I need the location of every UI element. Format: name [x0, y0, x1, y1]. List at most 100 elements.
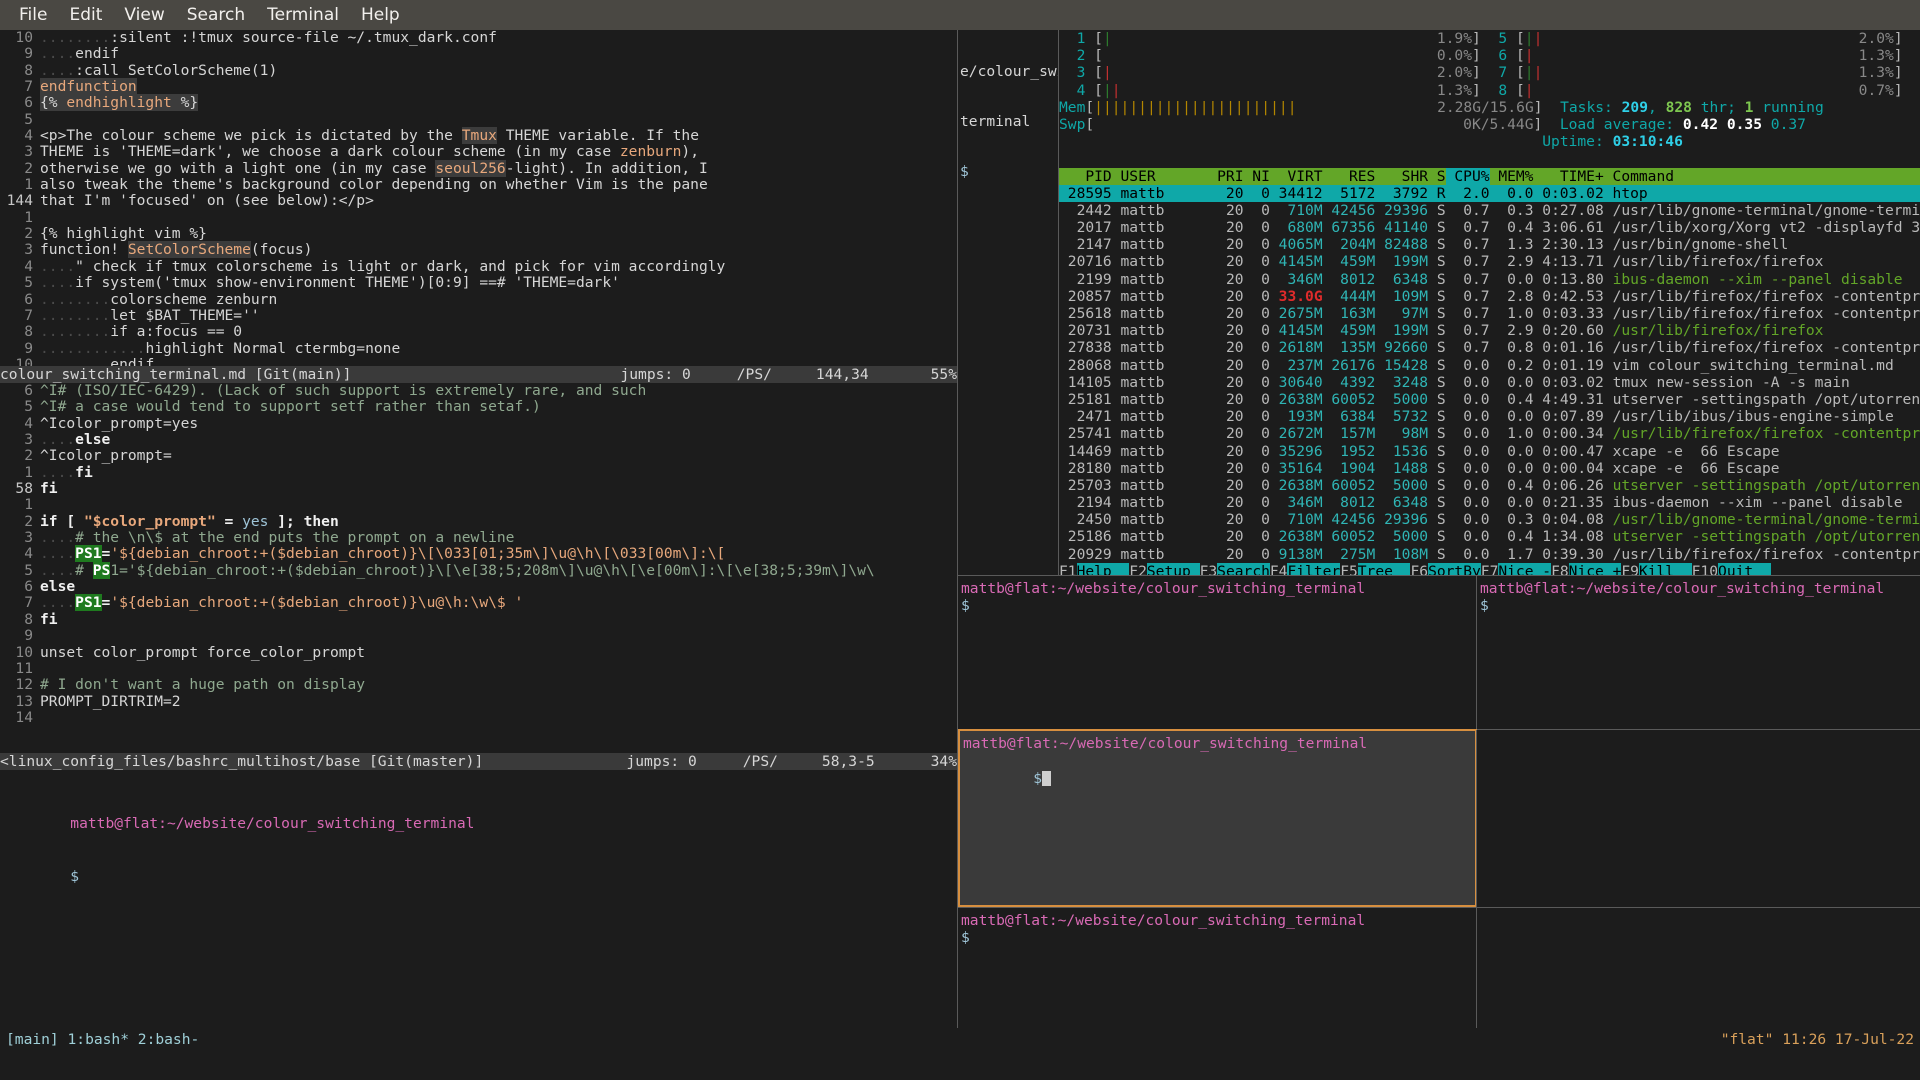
code-line: 2 ^Icolor_prompt= [0, 447, 957, 465]
fkey-label[interactable]: Nice + [1568, 562, 1622, 575]
line-number: 2 [24, 159, 33, 177]
process-table-header[interactable]: PID USER PRI NI VIRT RES SHR S CPU% MEM%… [1059, 167, 1920, 185]
code-line: 1 also tweak the theme's background color… [0, 176, 957, 193]
line-number: 1 [24, 463, 33, 481]
shell-pane-active[interactable]: mattb@flat:~/website/colour_switching_te… [960, 731, 1475, 905]
tmux-status-bar[interactable]: [main] 1:bash* 2:bash- "flat" 11:26 17-J… [0, 1028, 1920, 1050]
htop-meters: 1 [| 1.9%] 5 [|| 2.0%] 2 [ 0.0%] 6 [| 1.… [1059, 30, 1920, 168]
fkey-label[interactable]: Setup [1146, 562, 1200, 575]
htop-process-table[interactable]: PID USER PRI NI VIRT RES SHR S CPU% MEM%… [1059, 167, 1920, 563]
fkey-label[interactable]: SortBy [1428, 562, 1481, 575]
vim-bottom-filename: <linux_config_files/bashrc_multihost/bas… [0, 753, 484, 770]
pane-mid-left-dollar: $ [961, 597, 970, 615]
table-row[interactable]: 25741 mattb 20 0 2672M 157M 98M S 0.0 1.… [1059, 425, 1920, 442]
fkey-bar-line[interactable]: F1Help F2Setup F3SearchF4FilterF5Tree F6… [1059, 562, 1920, 575]
htop-pane[interactable]: 1 [| 1.9%] 5 [|| 2.0%] 2 [ 0.0%] 6 [| 1.… [1059, 30, 1920, 575]
fkey-label[interactable]: Kill [1638, 562, 1692, 575]
line-number: 2 [24, 447, 33, 465]
line-number: 1 [24, 496, 33, 514]
code-line: 8 ....:call SetColorScheme(1) [0, 61, 957, 79]
code-line: 9 ............highlight Normal ctermbg=no… [0, 340, 957, 357]
line-number: 3 [24, 241, 33, 259]
table-row[interactable]: 20716 mattb 20 0 4145M 459M 199M S 0.7 2… [1059, 253, 1920, 270]
table-row[interactable]: 14105 mattb 20 0 30640 4392 3248 S 0.0 0… [1059, 374, 1920, 391]
table-row[interactable]: 2471 mattb 20 0 193M 6384 5732 S 0.0 0.0… [1059, 408, 1920, 425]
code-line: 8 fi [0, 611, 957, 628]
menu-item-edit[interactable]: Edit [58, 1, 113, 29]
shell-pane-mid-left[interactable]: mattb@flat:~/website/colour_switching_te… [958, 576, 1476, 729]
table-row[interactable]: 25618 mattb 20 0 2675M 163M 97M S 0.7 1.… [1059, 305, 1920, 322]
table-row[interactable]: 25703 mattb 20 0 2638M 60052 5000 S 0.0 … [1059, 477, 1920, 494]
menu-item-search[interactable]: Search [176, 1, 256, 29]
fkey-label[interactable]: Tree [1357, 562, 1411, 575]
table-row[interactable]: 2199 mattb 20 0 346M 8012 6348 S 0.7 0.0… [1059, 271, 1920, 288]
code-line: 4 ...." check if tmux colorscheme is ligh… [0, 258, 957, 275]
fkey-number: F7 [1480, 562, 1499, 575]
code-line: 4 ^Icolor_prompt=yes [0, 415, 957, 432]
swap-meter-row: Swp[ 0K/5.44G] Load average: 0.42 0.35 0… [1059, 115, 1806, 133]
code-line: 7 endfunction [0, 78, 957, 96]
line-number: 3 [24, 143, 33, 161]
code-line: 3 function! SetColorScheme(focus) [0, 241, 957, 259]
htop-function-key-bar[interactable]: F1Help F2Setup F3SearchF4FilterF5Tree F6… [1059, 562, 1920, 575]
line-number: 9 [24, 45, 33, 63]
menu-item-view[interactable]: View [113, 1, 175, 29]
line-number: 4 [24, 545, 33, 563]
code-line: 13 PROMPT_DIRTRIM=2 [0, 693, 957, 710]
table-row[interactable]: 14469 mattb 20 0 35296 1952 1536 S 0.0 0… [1059, 443, 1920, 460]
table-row[interactable]: 2194 mattb 20 0 346M 8012 6348 S 0.0 0.0… [1059, 494, 1920, 511]
table-row[interactable]: 28068 mattb 20 0 237M 26176 15428 S 0.0 … [1059, 357, 1920, 374]
table-row[interactable]: 2147 mattb 20 0 4065M 204M 82488 S 0.7 1… [1059, 236, 1920, 253]
vim-bottom-percent: 34% [930, 753, 957, 770]
vim-pane-bottom[interactable]: 6 ^I# (ISO/IEC-6429). (Lack of such suppo… [0, 383, 957, 753]
line-number: 1 [24, 208, 33, 226]
vim-top-percent: 55% [930, 366, 957, 383]
table-row[interactable]: 20731 mattb 20 0 4145M 459M 199M S 0.7 2… [1059, 322, 1920, 339]
tmux-session: 10 ........:silent :!tmux source-file ~/.… [0, 30, 1920, 1050]
table-row[interactable]: 20929 mattb 20 0 9138M 275M 108M S 0.0 1… [1059, 546, 1920, 563]
table-row[interactable]: 25186 mattb 20 0 2638M 60052 5000 S 0.0 … [1059, 528, 1920, 545]
vim-pane-top[interactable]: 10 ........:silent :!tmux source-file ~/.… [0, 30, 957, 366]
fkey-label[interactable]: Filter [1287, 562, 1341, 575]
left-shell-dollar: $ [70, 867, 80, 885]
shell-pane-bottom[interactable]: mattb@flat:~/website/colour_switching_te… [958, 908, 1476, 1028]
shell-pane-mid-right[interactable]: mattb@flat:~/website/colour_switching_te… [1477, 576, 1920, 729]
line-number: 10 [15, 30, 33, 46]
fkey-number: F2 [1129, 562, 1147, 575]
edge-pane-line-2: terminal [960, 112, 1031, 130]
line-number: 3 [24, 431, 33, 449]
tmux-status-left[interactable]: [main] 1:bash* 2:bash- [6, 1031, 199, 1048]
left-shell-pane[interactable]: mattb@flat:~/website/colour_switching_te… [0, 794, 957, 1050]
menu-item-file[interactable]: File [8, 1, 58, 29]
table-row[interactable]: 2442 mattb 20 0 710M 42456 29396 S 0.7 0… [1059, 202, 1920, 219]
table-row[interactable]: 25181 mattb 20 0 2638M 60052 5000 S 0.0 … [1059, 391, 1920, 408]
fkey-label[interactable]: Quit [1718, 562, 1771, 575]
table-row[interactable]: 2450 mattb 20 0 710M 42456 29396 S 0.0 0… [1059, 511, 1920, 528]
table-row[interactable]: 28595 mattb 20 0 34412 5172 3792 R 2.0 0… [1059, 184, 1920, 202]
code-line: 6 {% endhighlight %} [0, 94, 957, 112]
code-line: 1 [0, 208, 957, 226]
fkey-label[interactable]: Search [1217, 562, 1270, 575]
table-row[interactable]: 28180 mattb 20 0 35164 1904 1488 S 0.0 0… [1059, 460, 1920, 477]
menu-item-help[interactable]: Help [350, 1, 411, 29]
fkey-label[interactable]: Nice - [1498, 562, 1552, 575]
menu-item-terminal[interactable]: Terminal [256, 1, 350, 29]
fkey-label[interactable]: Help [1076, 562, 1130, 575]
table-row[interactable]: 2017 mattb 20 0 680M 67356 41140 S 0.7 0… [1059, 219, 1920, 236]
fkey-number: F8 [1551, 562, 1569, 575]
vim-top-jumps: jumps: 0 [620, 366, 691, 383]
edge-wrap-pane[interactable]: e/colour_switching_ terminal $ [958, 30, 1127, 575]
code-line: 6 else [0, 578, 957, 595]
pane-active-dollar: $ [1033, 769, 1043, 787]
table-row[interactable]: 27838 mattb 20 0 2618M 135M 92660 S 0.7 … [1059, 339, 1920, 356]
htop-meter-spacer [1059, 150, 1920, 167]
code-line: 2 {% highlight vim %} [0, 225, 957, 242]
line-number: 8 [24, 61, 33, 79]
left-column: 10 ........:silent :!tmux source-file ~/.… [0, 30, 957, 1050]
code-line: 4 ....PS1='${debian_chroot:+($debian_chro… [0, 545, 957, 563]
table-row[interactable]: 20857 mattb 20 0 33.0G 444M 109M S 0.7 2… [1059, 288, 1920, 305]
vim-tail-spacer [0, 770, 957, 794]
line-number: 144 [6, 192, 33, 210]
vim-top-position: 144,34 [815, 366, 869, 383]
code-line: 58 fi [0, 480, 957, 497]
